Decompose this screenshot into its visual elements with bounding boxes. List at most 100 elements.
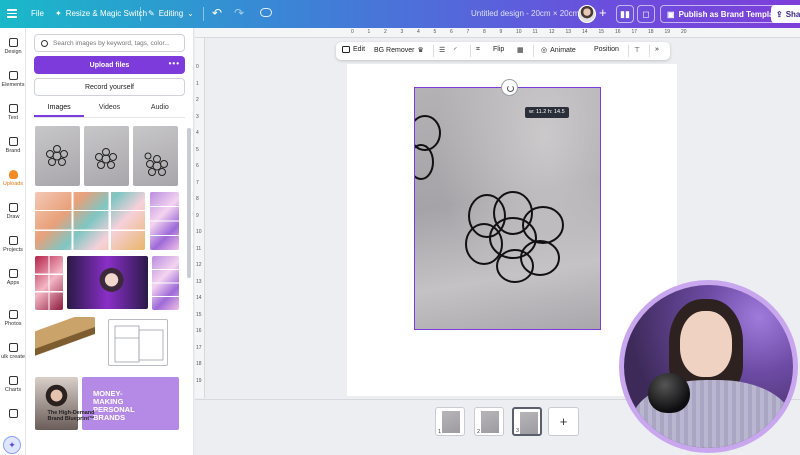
brand-icon (8, 137, 18, 146)
redo-icon[interactable]: ↷ (234, 6, 244, 20)
ruler-tick: 20 (681, 29, 687, 35)
animate-button[interactable]: ◎ Animate (541, 46, 576, 55)
presenter-face (680, 311, 732, 377)
upload-thumb-stream-setup[interactable] (67, 256, 148, 309)
transparency-icon[interactable]: ▦ (517, 46, 524, 54)
bg-remover-button[interactable]: BG Remover ♛ (374, 46, 424, 55)
rail-item-projects[interactable]: Projects (0, 236, 26, 253)
page-thumb-1[interactable]: 1 (435, 407, 465, 436)
edit-image-button[interactable]: Edit (342, 46, 365, 53)
paint-roller-icon[interactable]: ⊤ (634, 46, 640, 54)
upload-thumb-collage[interactable] (35, 192, 145, 250)
elements-icon (8, 71, 18, 80)
border-style-icon[interactable]: ☰ (439, 46, 445, 54)
corner-rounding-icon[interactable]: ◜ (454, 46, 457, 54)
upload-thumb-money-promo[interactable]: MONEY- MAKING PERSONAL BRANDS (82, 377, 179, 430)
file-menu-button[interactable]: File (31, 9, 44, 18)
upload-files-button[interactable]: Upload files ••• (34, 56, 185, 74)
more-options-icon[interactable]: ••• (169, 59, 180, 68)
share-label: Sha (785, 9, 800, 19)
flip-button[interactable]: Flip (493, 46, 504, 53)
rail-item-apps[interactable]: Apps (0, 269, 26, 286)
page-thumb-2[interactable]: 2 (474, 407, 504, 436)
upload-thumb-pink-grid[interactable] (35, 256, 63, 310)
selected-photo[interactable] (414, 87, 601, 330)
rail-item-uploads[interactable]: Uploads (0, 170, 26, 187)
uploads-icon (8, 170, 18, 179)
divider (628, 45, 629, 57)
promo-text: MONEY- MAKING PERSONAL BRANDS (93, 389, 135, 422)
record-yourself-button[interactable]: Record yourself (34, 78, 185, 96)
ruler-tick: 19 (196, 377, 202, 384)
more-options-chevron-icon[interactable]: » (655, 46, 659, 53)
upload-thumb-portrait[interactable] (35, 377, 78, 430)
add-collaborator-icon[interactable]: + (599, 5, 607, 20)
position-label: Position (594, 46, 619, 53)
rail-item-bulk-create[interactable]: ulk create (0, 343, 26, 360)
page-number: 2 (477, 429, 481, 435)
rail-label: Draw (6, 214, 20, 220)
pencil-icon: ✎ (148, 9, 155, 18)
flower-doodle-icon (46, 145, 68, 166)
rail-item-charts[interactable]: Charts (0, 376, 26, 393)
text-icon (8, 104, 18, 113)
page-thumb-3[interactable]: 3 (512, 407, 542, 436)
sparkle-icon: ✦ (55, 9, 62, 18)
upload-thumb-box-mockup[interactable] (35, 317, 95, 365)
ruler-tick: 5 (196, 146, 199, 153)
upload-thumb-box-template[interactable] (108, 319, 168, 366)
ruler-tick: 18 (648, 29, 654, 35)
charts-icon (8, 376, 18, 385)
position-button[interactable]: Position (594, 46, 619, 53)
menu-icon[interactable] (6, 7, 18, 19)
divider (470, 45, 471, 57)
ruler-tick: 4 (196, 130, 199, 136)
flower-drawing-icon (415, 115, 564, 283)
search-input[interactable] (53, 39, 178, 47)
upload-thumb-flower-2[interactable] (84, 126, 129, 186)
rail-item-design[interactable]: Design (0, 38, 26, 55)
comment-icon[interactable]: ◻ (637, 5, 655, 23)
rail-label: Apps (6, 280, 20, 286)
rail-item-more[interactable] (0, 409, 26, 420)
tab-audio[interactable]: Audio (135, 100, 185, 117)
draw-icon (8, 203, 18, 212)
crop-icon[interactable]: ⌗ (476, 46, 480, 54)
upload-thumb-purple-posts[interactable] (152, 256, 179, 310)
add-page-button[interactable]: + (548, 407, 579, 436)
left-rail: Design Elements Text Brand Uploads Draw … (0, 28, 26, 455)
panel-scrollbar[interactable] (187, 128, 191, 278)
page-preview (442, 411, 460, 433)
tab-images[interactable]: Images (34, 100, 85, 117)
upload-thumb-flower-3[interactable] (133, 126, 178, 186)
rail-item-photos[interactable]: Photos (0, 310, 26, 327)
ruler-tick: 14 (582, 29, 588, 35)
magic-assistant-icon[interactable]: ✦ (3, 436, 21, 454)
upload-thumb-flower-1[interactable] (35, 126, 80, 186)
search-box[interactable] (34, 34, 185, 52)
tab-videos[interactable]: Videos (84, 100, 134, 117)
ruler-tick: 0 (196, 64, 199, 70)
ruler-tick: 10 (196, 229, 202, 235)
resize-magic-switch-button[interactable]: ✦ Resize & Magic Switch (55, 9, 147, 18)
undo-icon[interactable]: ↶ (212, 6, 222, 20)
edit-label: Edit (353, 46, 366, 53)
page-number: 1 (438, 429, 442, 435)
rail-item-text[interactable]: Text (0, 104, 26, 121)
document-title[interactable]: Untitled design - 20cm × 20cm (471, 9, 579, 18)
rail-item-brand[interactable]: Brand (0, 137, 26, 154)
editing-mode-button[interactable]: ✎ Editing ⌄ (148, 9, 194, 18)
top-toolbar: File ✦ Resize & Magic Switch ✎ Editing ⌄… (0, 0, 800, 28)
publish-brand-template-button[interactable]: ▣ Publish as Brand Template (660, 5, 788, 23)
share-button[interactable]: ⇪ Sha (771, 5, 800, 23)
insights-icon[interactable]: ▮▮ (616, 5, 634, 23)
rail-item-elements[interactable]: Elements (0, 71, 26, 88)
ruler-tick: 17 (631, 29, 638, 35)
rotate-handle[interactable] (501, 79, 518, 96)
upload-thumb-social-posts[interactable] (150, 192, 179, 250)
user-avatar[interactable] (578, 5, 596, 23)
ruler-tick: 15 (196, 311, 202, 318)
ruler-tick: 13 (196, 278, 202, 285)
rail-item-draw[interactable]: Draw (0, 203, 26, 220)
publish-label: Publish as Brand Template (678, 9, 781, 19)
